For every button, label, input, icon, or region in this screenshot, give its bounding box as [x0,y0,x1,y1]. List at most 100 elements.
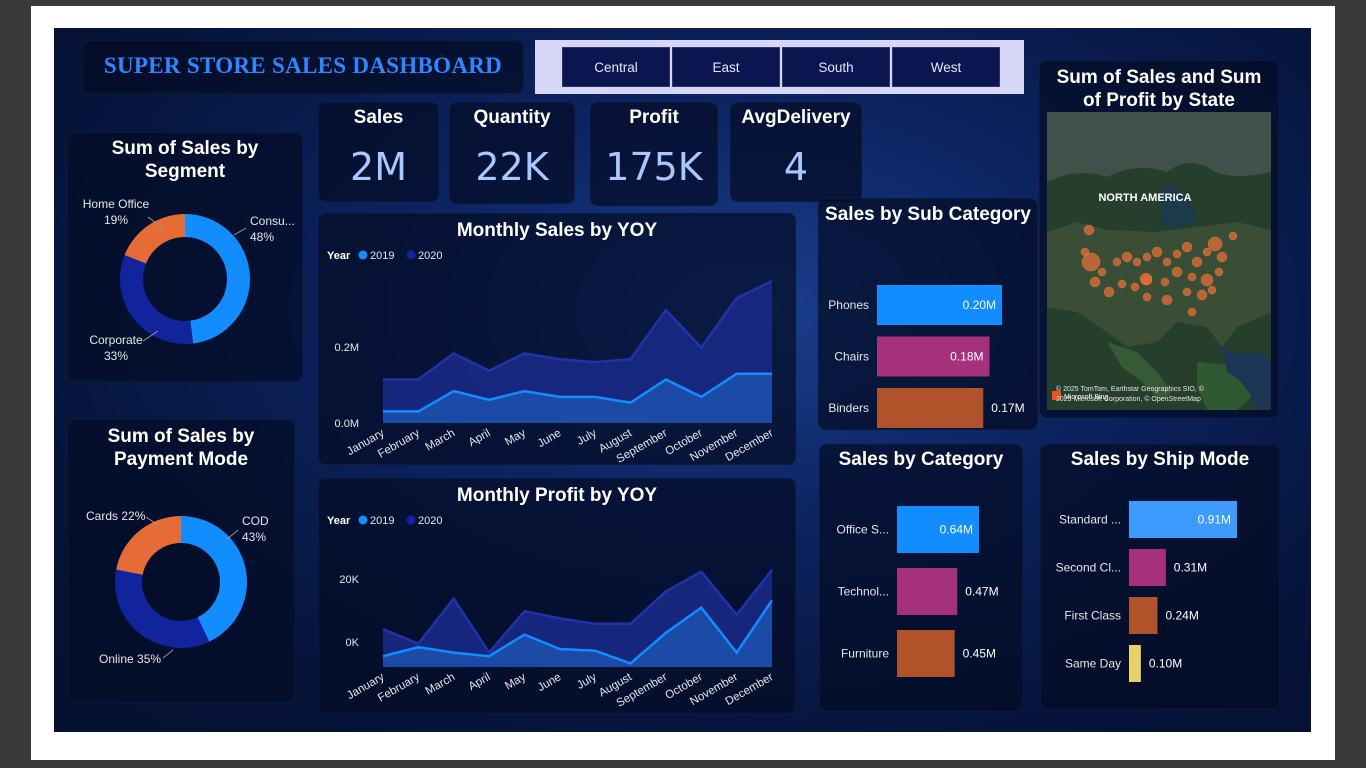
category-chart-panel[interactable]: Sales by Category Office S... 0.64M Techno… [819,444,1023,712]
subcategory-chart-panel[interactable]: Sales by Sub Category Phones 0.20M Chairs 0… [818,198,1038,430]
map-bubble [1214,267,1224,277]
x-tick-label: April [467,671,493,693]
payment-donut-chart: COD 43% Online 35% Cards 22% [86,509,269,666]
map-bubble [1202,247,1212,257]
legend-label: 2020 [418,515,442,527]
monthly-profit-panel[interactable]: Monthly Profit by YOY Year 2019 2020 0K 20K J… [318,478,796,714]
bar-data-label: 0.64M [940,523,973,537]
bar-category-label: First Class [1064,609,1121,623]
map-bubble [1187,272,1197,282]
bar-data-label: 0.91M [1198,513,1231,527]
donut-data-label: 33% [104,349,128,363]
region-button-central[interactable]: Central [562,47,670,87]
legend-marker [406,250,416,260]
legend-marker [406,515,416,525]
map-bubble [1160,277,1170,287]
donut-leader-line [225,529,239,541]
x-tick-label: May [503,671,528,692]
donut-data-label: Cards 22% [86,509,146,523]
map-bubble [1151,246,1163,258]
map-bubble [1142,252,1152,262]
segment-chart-panel[interactable]: Sum of Sales by Segment Consu... 48% Corpo… [67,132,303,382]
map-bubble [1196,289,1208,301]
map-bubble [1142,292,1152,302]
y-tick-label: 0K [346,637,360,649]
bar-data-label: 0.17M [991,401,1024,415]
region-slicer: Central East South West [535,40,1024,94]
map-bubble [1117,279,1127,289]
kpi-label: Sales [353,107,404,128]
x-tick-label: June [536,671,564,694]
kpi-value: 175K [605,145,703,189]
bar-category-label: Chairs [834,350,869,364]
bar-data-label: 0.45M [963,647,996,661]
map-bubble [1187,307,1197,317]
dashboard-title-box: SUPER STORE SALES DASHBOARD [82,40,524,94]
kpi-value: 22K [475,145,549,189]
kpi-card-quantity[interactable]: Quantity 22K [449,102,575,204]
legend-label: 2019 [370,250,394,262]
donut-data-label: 48% [250,230,274,244]
legend-label: 2019 [370,515,394,527]
bar [897,630,955,677]
donut-data-label: Online 35% [99,652,161,666]
region-button-west[interactable]: West [892,47,1000,87]
bar-category-label: Furniture [841,647,889,661]
x-tick-label: July [575,671,599,692]
map-attribution-line2: 2025 Microsoft Corporation, © OpenStreet… [1056,395,1201,403]
map-attribution-line1: © 2025 TomTom, Earthstar Geographics SIO… [1056,385,1205,393]
donut-data-label: 43% [242,530,266,544]
legend-title: Year [327,515,351,527]
map-bubble [1112,257,1122,267]
state-bubble-map[interactable]: NORTH AMERICA Microsoft Bing © 2025 TomT… [1047,112,1271,410]
kpi-card-avgdelivery[interactable]: AvgDelivery 4 [730,102,862,202]
bar-category-label: Phones [828,298,869,312]
bar-category-label: Binders [828,401,869,415]
bar [877,388,984,428]
payment-chart-panel[interactable]: Sum of Sales by Payment Mode COD 43% Onlin… [67,419,295,703]
chart-title: Sum of Sales and Sum of Profit by State [1056,67,1262,111]
donut-data-label: Consu... [250,214,295,228]
bar-data-label: 0.31M [1174,561,1207,575]
donut-slice [116,516,181,575]
bar-category-label: Same Day [1065,657,1121,671]
bar-data-label: 0.10M [1149,657,1182,671]
donut-data-label: Home Office [83,197,150,211]
donut-slice [185,214,251,344]
donut-leader-line [162,649,174,659]
kpi-label: Profit [629,107,679,128]
y-tick-label: 0.0M [335,418,359,430]
map-bubble [1191,256,1203,268]
kpi-label: AvgDelivery [741,107,851,128]
map-bubble [1121,251,1133,263]
monthly-sales-panel[interactable]: Monthly Sales by YOY Year 2019 2020 0.0M 0.2… [318,213,796,466]
donut-data-label: Corporate [89,333,143,347]
donut-data-label: COD [242,514,269,528]
bar [1129,645,1141,682]
dashboard-canvas: SUPER STORE SALES DASHBOARD Central East… [54,28,1311,732]
kpi-value: 4 [783,145,809,189]
map-bubble [1083,224,1095,236]
bar-data-label: 0.24M [1165,609,1198,623]
x-tick-label: March [424,671,458,697]
map-bubble [1171,266,1183,278]
map-bubble [1130,282,1140,292]
kpi-label: Quantity [473,107,551,128]
region-button-south[interactable]: South [782,47,890,87]
kpi-card-sales[interactable]: Sales 2M [318,102,439,202]
bar [1129,549,1166,586]
map-bubble [1207,285,1217,295]
map-bubble [1228,231,1238,241]
map-bubble [1161,294,1173,306]
region-button-east[interactable]: East [672,47,780,87]
legend-marker [358,250,368,260]
shipmode-chart-panel[interactable]: Sales by Ship Mode Standard ... 0.91M Seco… [1040,444,1280,710]
y-tick-label: 20K [339,574,359,586]
donut-slice [115,569,210,648]
donut-leader-line [233,227,247,236]
shipmode-bar-chart: Standard ... 0.91M Second Cl... 0.31M First … [1056,501,1237,682]
kpi-card-profit[interactable]: Profit 175K [590,102,718,206]
donut-data-label: 19% [104,213,128,227]
bar-category-label: Standard ... [1059,513,1121,527]
map-region-label: NORTH AMERICA [1098,192,1191,204]
